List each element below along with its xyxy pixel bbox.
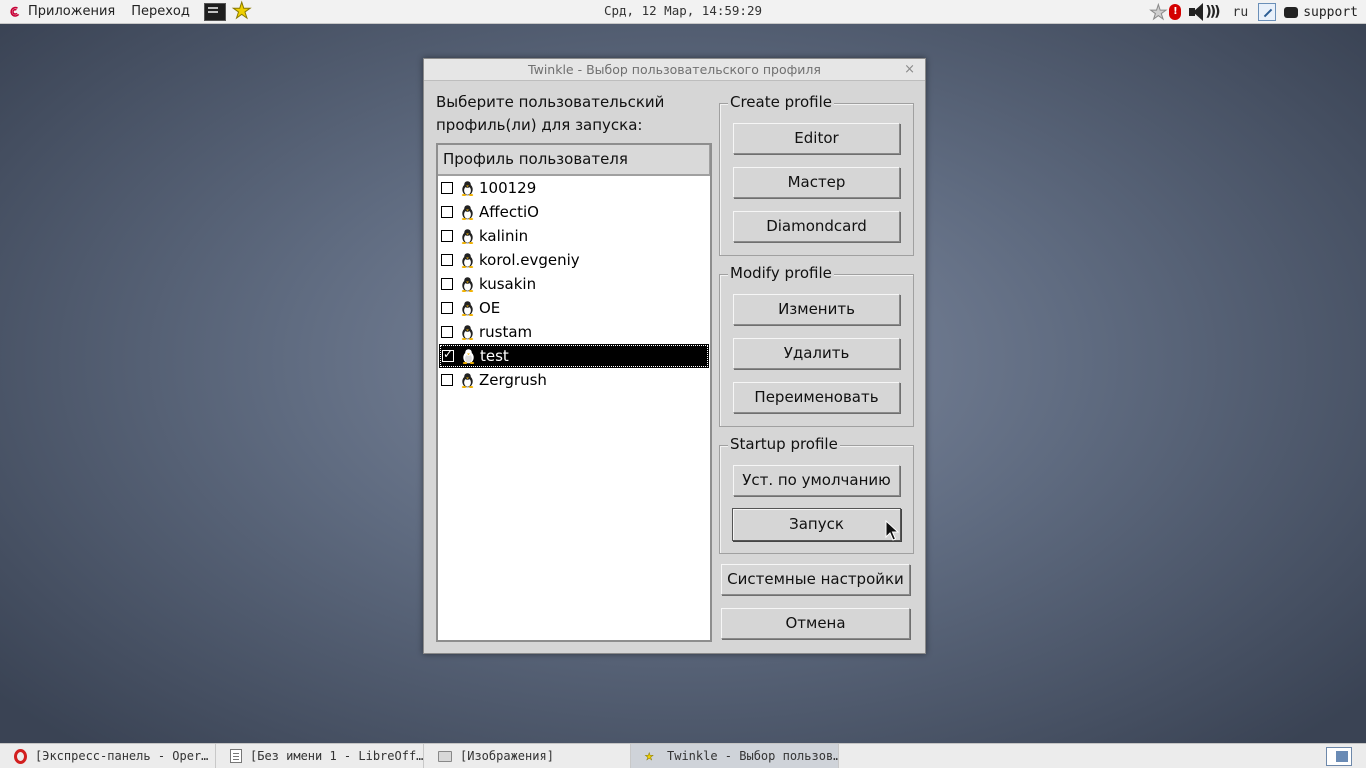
profile-row[interactable]: 100129 (438, 176, 710, 200)
dialog-title: Twinkle - Выбор пользовательского профил… (528, 62, 821, 77)
folder-icon (438, 750, 452, 762)
modify-profile-group: Modify profile Изменить Удалить Переимен… (719, 264, 914, 427)
dialog-titlebar[interactable]: Twinkle - Выбор пользовательского профил… (424, 59, 925, 81)
profile-checkbox[interactable] (441, 374, 453, 386)
profile-checkbox[interactable] (442, 347, 454, 362)
applications-menu[interactable]: Приложения (0, 0, 123, 24)
show-desktop-button[interactable] (1326, 747, 1352, 766)
task-label: Twinkle - Выбор пользов… (667, 749, 839, 763)
profile-row[interactable]: AffectiO (438, 200, 710, 224)
profile-name: 100129 (479, 179, 537, 197)
tray-star-icon[interactable]: ★ (1149, 0, 1168, 25)
star-icon: ★ (645, 748, 654, 764)
close-icon[interactable]: × (904, 59, 915, 81)
favorites-star-icon[interactable]: ★ (231, 0, 252, 23)
places-menu[interactable]: Переход (123, 0, 198, 24)
user-tux-icon (462, 349, 475, 364)
cancel-button[interactable]: Отмена (721, 608, 910, 639)
profile-name: test (480, 347, 509, 365)
keyboard-layout[interactable]: ru (1233, 5, 1249, 20)
edit-profile-button[interactable]: Изменить (733, 294, 900, 325)
startup-profile-title: Startup profile (728, 435, 840, 453)
debian-logo-icon (10, 6, 20, 17)
top-panel: Приложения Переход ★ Срд, 12 Мар, 14:59:… (0, 0, 1366, 25)
prompt-line-1: Выберите пользовательский (436, 93, 665, 111)
profile-checkbox[interactable] (441, 326, 453, 338)
task-twinkle[interactable]: ★ Twinkle - Выбор пользов… (631, 744, 839, 768)
profile-name: kusakin (479, 275, 537, 293)
wizard-button[interactable]: Мастер (733, 167, 900, 198)
profile-checkbox[interactable] (441, 182, 453, 194)
profile-checkbox[interactable] (441, 230, 453, 242)
user-tux-icon (461, 181, 474, 196)
modify-profile-title: Modify profile (728, 264, 834, 282)
editor-button[interactable]: Editor (733, 123, 900, 154)
profile-row[interactable]: Zergrush (438, 368, 710, 392)
profile-row[interactable]: test (439, 344, 709, 368)
profile-checkbox[interactable] (441, 278, 453, 290)
profile-name: Zergrush (479, 371, 547, 389)
system-settings-button[interactable]: Системные настройки (721, 564, 910, 595)
task-label: [Изображения] (460, 749, 554, 763)
user-tux-icon (461, 277, 474, 292)
profile-checkbox[interactable] (441, 206, 453, 218)
diamondcard-button[interactable]: Diamondcard (733, 211, 900, 242)
delete-profile-button[interactable]: Удалить (733, 338, 900, 369)
volume-icon[interactable]: ))) (1189, 3, 1221, 21)
profile-row[interactable]: kalinin (438, 224, 710, 248)
task-images-folder[interactable]: [Изображения] (424, 744, 631, 768)
profile-list[interactable]: Профиль пользователя 100129 AffectiO kalin… (436, 143, 712, 642)
profile-selection-dialog: Twinkle - Выбор пользовательского профил… (423, 58, 926, 654)
user-tux-icon (461, 253, 474, 268)
profile-rows: 100129 AffectiO kalinin korol.evgeniy kusaki… (438, 176, 710, 392)
profile-checkbox[interactable] (441, 254, 453, 266)
taskbar: [Экспресс-панель - Oper… [Без имени 1 - … (0, 743, 1366, 768)
mouse-pointer-icon (885, 520, 899, 541)
user-tux-icon (461, 325, 474, 340)
profile-name: kalinin (479, 227, 529, 245)
system-tray: ★ ! ))) ru support (1149, 0, 1366, 25)
task-label: [Без имени 1 - LibreOff… (250, 749, 424, 763)
terminal-icon[interactable] (203, 2, 226, 21)
profile-checkbox[interactable] (441, 302, 453, 314)
create-profile-group: Create profile Editor Мастер Diamondcard (719, 93, 914, 256)
chat-icon[interactable] (1284, 6, 1299, 18)
profile-name: AffectiO (479, 203, 539, 221)
profile-name: korol.evgeniy (479, 251, 580, 269)
profile-row[interactable]: OE (438, 296, 710, 320)
profile-row[interactable]: korol.evgeniy (438, 248, 710, 272)
task-opera[interactable]: [Экспресс-панель - Oper… (0, 744, 216, 768)
user-tux-icon (461, 373, 474, 388)
rename-profile-button[interactable]: Переименовать (733, 382, 900, 413)
prompt-text: Выберите пользовательский профиль(ли) дл… (436, 91, 716, 137)
profile-name: rustam (479, 323, 533, 341)
alert-icon[interactable]: ! (1169, 4, 1182, 20)
task-libreoffice[interactable]: [Без имени 1 - LibreOff… (216, 744, 424, 768)
run-button[interactable]: Запуск (732, 508, 901, 541)
prompt-line-2: профиль(ли) для запуска: (436, 116, 643, 134)
places-label: Переход (131, 4, 190, 19)
opera-icon (14, 748, 27, 764)
user-tux-icon (461, 229, 474, 244)
applications-label: Приложения (28, 4, 116, 19)
profile-row[interactable]: kusakin (438, 272, 710, 296)
user-tux-icon (461, 301, 474, 316)
set-default-button[interactable]: Уст. по умолчанию (733, 465, 900, 496)
keyring-icon[interactable] (1258, 3, 1277, 21)
create-profile-title: Create profile (728, 93, 834, 111)
document-icon (230, 749, 242, 763)
profile-row[interactable]: rustam (438, 320, 710, 344)
user-menu[interactable]: support (1303, 5, 1358, 20)
list-header[interactable]: Профиль пользователя (438, 145, 710, 176)
profile-name: OE (479, 299, 501, 317)
task-label: [Экспресс-панель - Oper… (35, 749, 209, 763)
user-tux-icon (461, 205, 474, 220)
